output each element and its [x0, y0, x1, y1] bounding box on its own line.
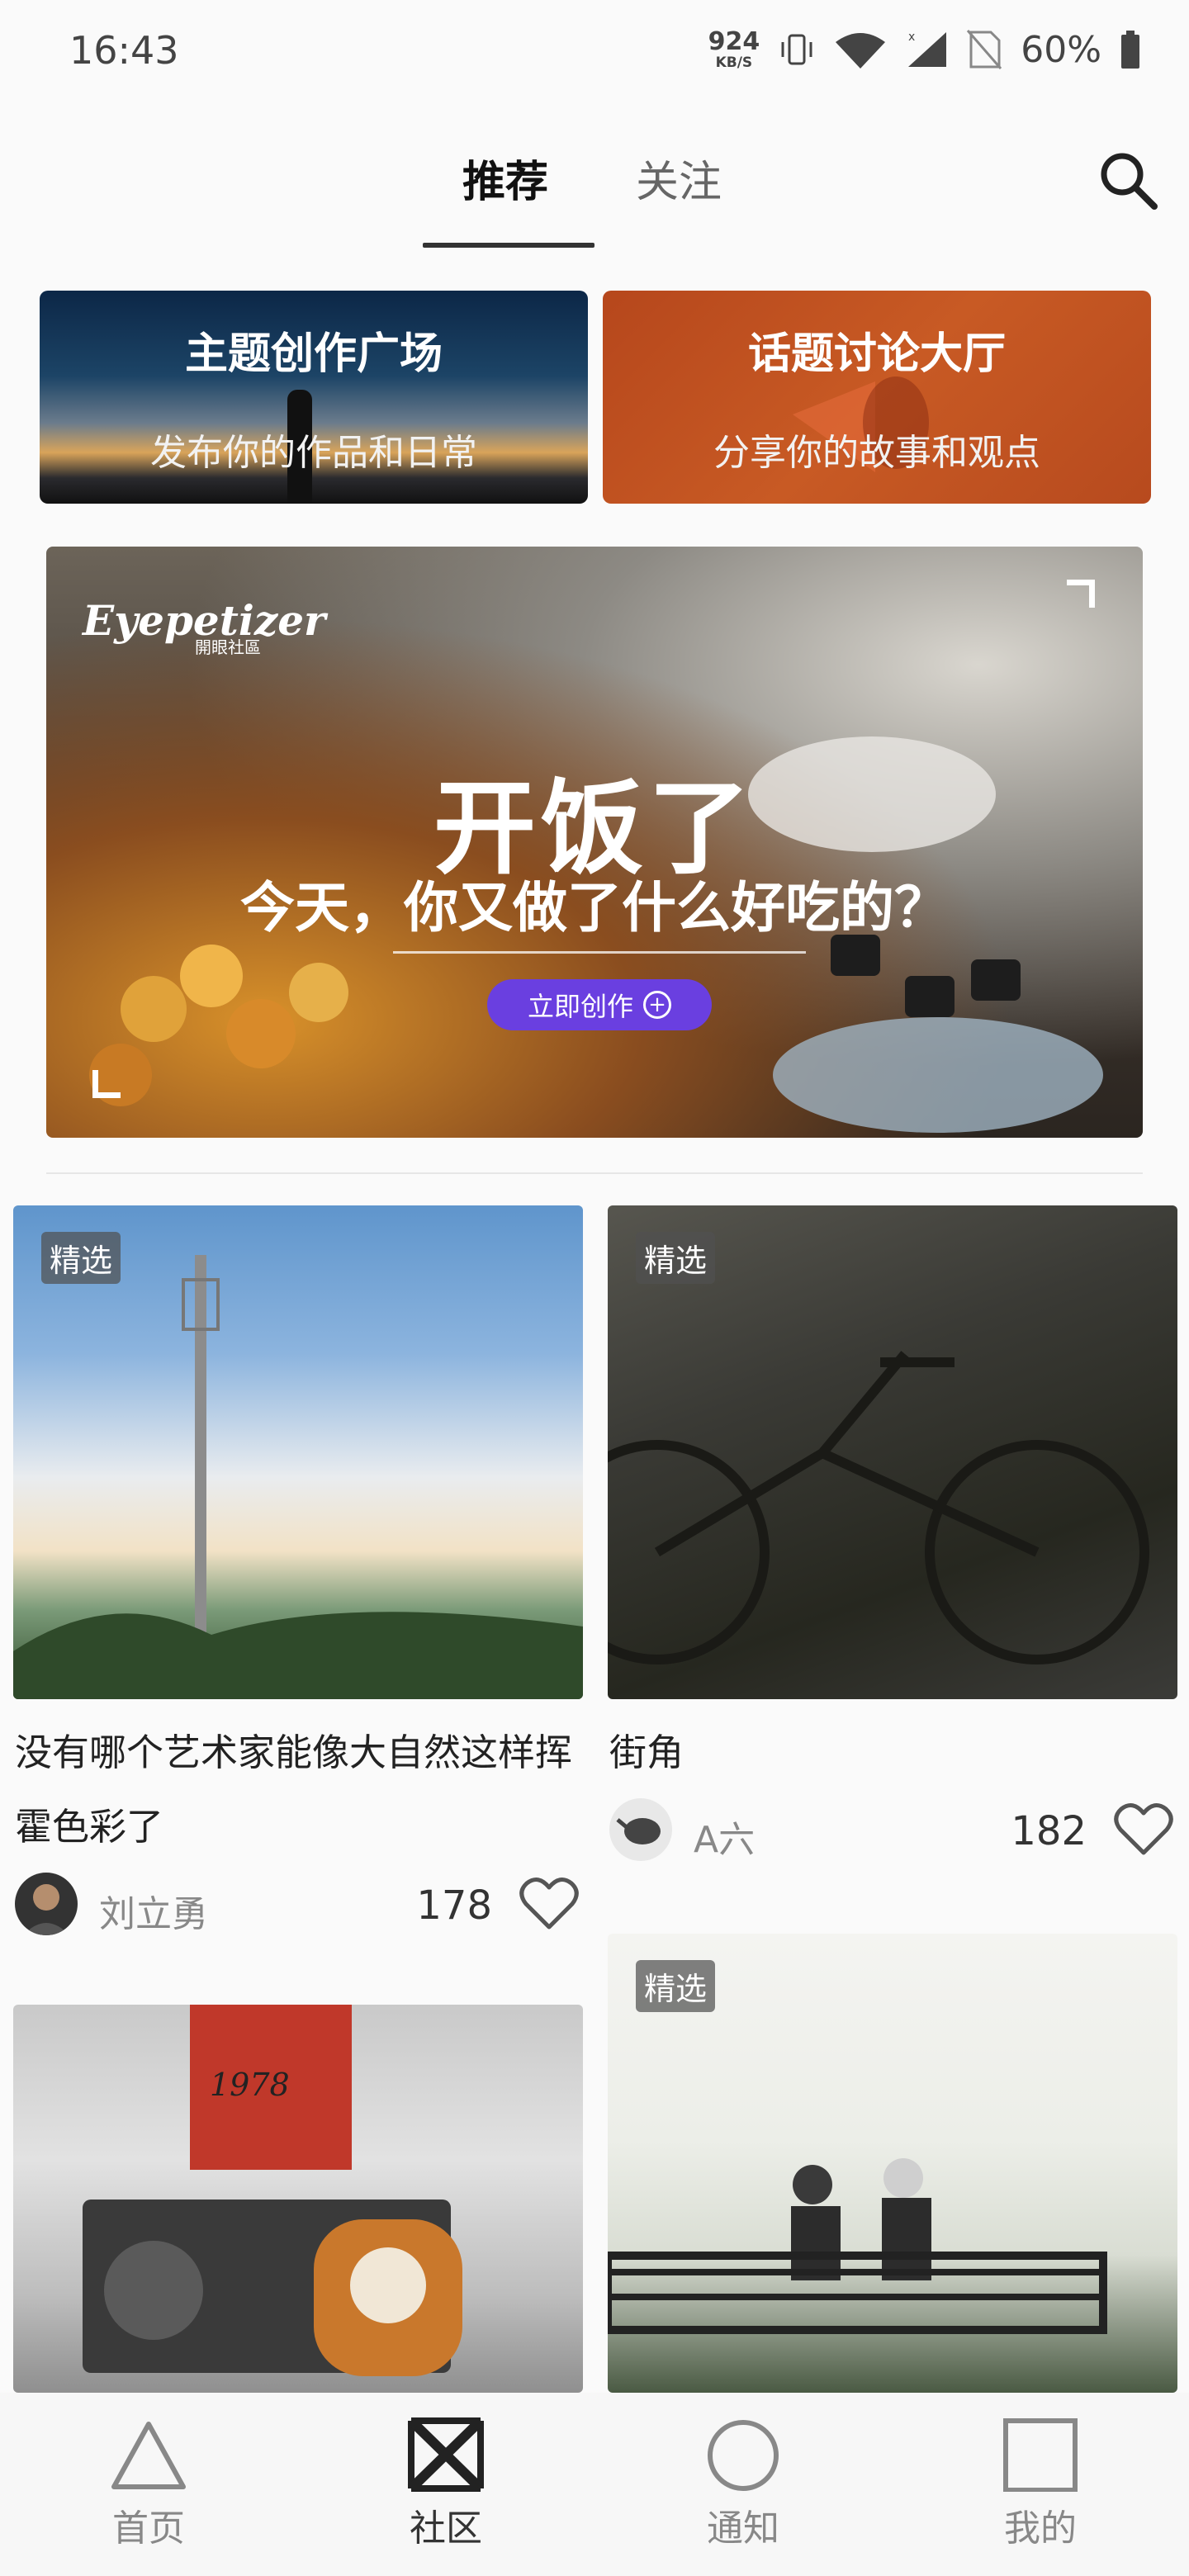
status-time: 16:43	[69, 28, 179, 73]
feed-title[interactable]: 街角	[608, 1716, 1177, 1790]
feed-meta: A六 182	[608, 1792, 1177, 1866]
banner-divider	[393, 951, 806, 954]
plus-icon: +	[643, 991, 671, 1019]
tab-active-indicator	[423, 243, 594, 248]
tab-recommend[interactable]: 推荐	[462, 147, 548, 209]
feed-meta: 刘立勇 178	[13, 1866, 583, 1940]
feed-image[interactable]: 精选	[608, 1205, 1177, 1699]
feed-image[interactable]: 精选	[608, 1934, 1177, 2393]
top-tabs: 推荐 关注	[0, 132, 1189, 256]
svg-text:1978: 1978	[210, 2067, 290, 2103]
featured-badge: 精选	[636, 1960, 716, 2012]
battery-icon	[1121, 31, 1139, 69]
nav-label: 通知	[707, 2507, 779, 2550]
net-speed-value: 924	[708, 26, 760, 56]
author-name[interactable]: A六	[694, 1810, 755, 1863]
promo-banner[interactable]: Eyepetizer 開眼社區 开饭了 今天，你又做了什么好吃的？ 立即创作 +	[46, 547, 1143, 1138]
divider	[46, 1172, 1143, 1174]
like-count: 178	[416, 1882, 492, 1929]
radio-clock-graphic: 1978	[83, 2005, 462, 2376]
cell-signal-icon: x	[908, 31, 947, 67]
author-name[interactable]: 刘立勇	[99, 1884, 208, 1937]
tab-follow[interactable]: 关注	[636, 147, 722, 209]
nav-notifications[interactable]: 通知	[661, 2417, 826, 2551]
feed-card[interactable]: 精选 街角 A六 182	[608, 1205, 1177, 1866]
category-subtitle: 发布你的作品和日常	[150, 432, 477, 474]
nav-community[interactable]: 社区	[363, 2417, 528, 2551]
feed-title[interactable]: 没有哪个艺术家能像大自然这样挥霍色彩了	[13, 1716, 583, 1864]
like-count: 182	[1011, 1808, 1087, 1854]
feed-card[interactable]: 精选 没有哪个艺术家能像大自然这样挥霍色彩了 刘立勇 178	[13, 1205, 583, 1940]
brand-logo-sub: 開眼社區	[195, 637, 261, 657]
search-icon[interactable]	[1095, 147, 1161, 213]
wifi-icon	[836, 33, 886, 69]
avatar[interactable]	[609, 1798, 672, 1861]
no-sim-icon	[967, 30, 1002, 69]
bottom-nav: 首页 社区 通知 我的	[0, 2393, 1189, 2576]
avatar[interactable]	[15, 1873, 78, 1935]
triangle-icon	[111, 2422, 186, 2489]
nav-label: 首页	[112, 2507, 185, 2550]
circle-icon	[708, 2420, 779, 2491]
nav-mine[interactable]: 我的	[958, 2417, 1123, 2551]
nav-label: 我的	[1004, 2507, 1077, 2550]
corner-mark-icon	[92, 1070, 121, 1098]
category-card-theme-square[interactable]: 主题创作广场 发布你的作品和日常	[40, 291, 588, 504]
category-title: 话题讨论大厅	[747, 329, 1006, 379]
featured-badge: 精选	[636, 1232, 716, 1284]
heart-icon[interactable]	[1113, 1800, 1174, 1858]
nav-home[interactable]: 首页	[66, 2417, 231, 2551]
category-subtitle: 分享你的故事和观点	[713, 432, 1040, 474]
status-bar: 16:43 924 KB/S x 60%	[0, 0, 1189, 99]
net-speed-unit: KB/S	[715, 54, 753, 71]
heart-icon[interactable]	[519, 1874, 580, 1932]
feed-image[interactable]: 1978	[13, 2005, 583, 2393]
create-now-button[interactable]: 立即创作 +	[487, 979, 712, 1030]
corner-mark-icon	[1067, 580, 1095, 608]
svg-text:x: x	[908, 31, 915, 44]
status-icons: 924 KB/S x 60%	[708, 25, 1141, 74]
nav-label: 社区	[410, 2507, 482, 2550]
category-card-topic-hall[interactable]: 话题讨论大厅 分享你的故事和观点	[603, 291, 1151, 504]
feed-card[interactable]: 1978	[13, 2005, 583, 2393]
x-square-icon	[407, 2417, 485, 2492]
category-title: 主题创作广场	[184, 329, 443, 379]
banner-subtitle: 今天，你又做了什么好吃的？	[240, 875, 949, 940]
feed-card[interactable]: 精选	[608, 1934, 1177, 2393]
vibrate-icon	[781, 34, 812, 65]
feed-image[interactable]: 精选	[13, 1205, 583, 1699]
battery-percent: 60%	[1021, 28, 1101, 71]
create-now-label: 立即创作	[527, 991, 633, 1022]
featured-badge: 精选	[41, 1232, 121, 1284]
net-speed: 924 KB/S	[708, 26, 760, 71]
square-icon	[1003, 2418, 1078, 2492]
